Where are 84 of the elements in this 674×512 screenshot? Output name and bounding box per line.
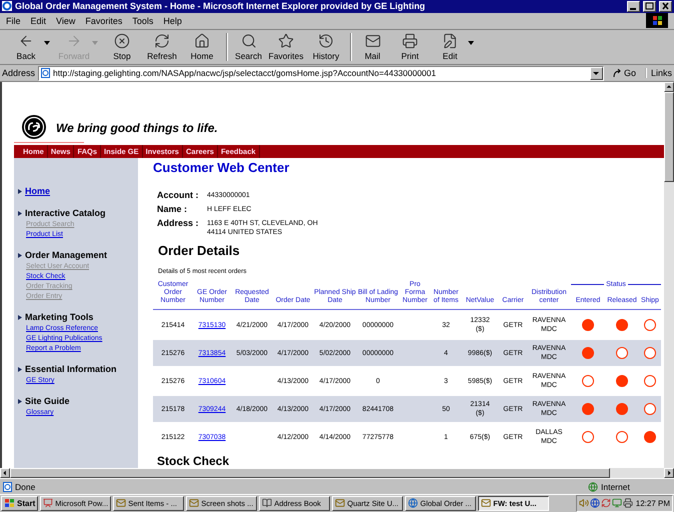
flag-logo-icon	[4, 498, 15, 508]
globe-icon	[588, 482, 598, 492]
caret-icon[interactable]	[44, 41, 50, 46]
clock: 12:27 PM	[636, 498, 670, 508]
field-label: Address :	[157, 218, 200, 228]
presentation-icon	[43, 498, 54, 508]
menu-item[interactable]: Edit	[30, 16, 46, 26]
address-field[interactable]: http://staging.gelighting.com/NASApp/nacwc/jsp/selectacct/gomsHome.jsp?AccountNo=44330000001	[38, 66, 604, 81]
page-title: Customer Web Center	[153, 160, 290, 176]
back-button[interactable]: Back	[6, 33, 46, 62]
scroll-up-icon[interactable]	[664, 82, 674, 92]
section-title: Order Details	[158, 243, 241, 258]
star-icon	[278, 33, 294, 50]
menu-item[interactable]: Help	[163, 16, 182, 26]
mail-icon	[364, 33, 380, 50]
monitor-icon[interactable]	[612, 498, 622, 508]
close-icon[interactable]	[659, 0, 672, 12]
home-button[interactable]: Home	[182, 33, 222, 62]
page-icon	[41, 68, 50, 78]
speaker-icon[interactable]	[578, 498, 589, 508]
mail-icon	[189, 498, 200, 508]
menu-item[interactable]: Favorites	[85, 16, 122, 26]
section-heading: Interactive Catalog	[25, 208, 106, 218]
mail-icon	[116, 498, 126, 508]
caret-icon[interactable]	[468, 41, 474, 46]
bullet-icon	[18, 252, 22, 258]
address-label: Address	[2, 68, 36, 78]
printer-icon	[402, 33, 418, 50]
bullet-icon	[18, 210, 22, 216]
status-text: Done	[15, 482, 36, 492]
scroll-right-icon[interactable]	[664, 468, 674, 478]
print-button[interactable]: Print	[390, 33, 430, 62]
section-heading: Site Guide	[25, 396, 70, 406]
menu-item[interactable]: File	[6, 16, 21, 26]
section-title: Stock Check	[157, 454, 230, 468]
scroll-thumb[interactable]	[664, 92, 674, 182]
refresh-icon	[154, 33, 170, 50]
edit-button[interactable]: Edit	[430, 33, 470, 62]
page-icon	[3, 482, 12, 492]
go-button[interactable]: Go	[606, 68, 642, 78]
field-label: Name :	[157, 204, 188, 214]
scroll-left-icon[interactable]	[0, 468, 10, 478]
section-heading: Marketing Tools	[25, 312, 94, 322]
bullet-icon	[18, 398, 22, 404]
refresh-icon[interactable]	[600, 498, 611, 508]
start-button[interactable]: Start	[1, 496, 38, 511]
window-title: Global Order Management System - Home - Microsoft Internet Explorer provided by GE Lighting	[15, 1, 426, 12]
field-label: Account :	[157, 190, 200, 200]
links-button[interactable]: Links	[644, 68, 672, 78]
home-icon	[194, 33, 210, 50]
mail-icon	[481, 498, 492, 508]
sidebar-link[interactable]: Home	[25, 186, 50, 196]
tagline: We bring good things to life.	[56, 121, 218, 136]
minimize-icon[interactable]	[627, 0, 640, 12]
search-button[interactable]: Search	[226, 33, 266, 62]
zone-text: Internet	[601, 482, 631, 492]
bullet-icon	[18, 314, 22, 320]
globe-icon[interactable]	[590, 498, 600, 508]
bullet-icon	[18, 188, 22, 194]
dropdown-icon[interactable]	[590, 66, 603, 80]
logo-icon	[22, 115, 46, 140]
maximize-icon[interactable]	[643, 0, 656, 12]
printer-icon[interactable]	[622, 498, 633, 508]
refresh-button[interactable]: Refresh	[142, 33, 182, 62]
mail-button[interactable]: Mail	[350, 33, 390, 62]
stop-button[interactable]: Stop	[102, 33, 142, 62]
section-heading: Order Management	[25, 250, 108, 260]
mail-icon	[335, 498, 346, 508]
menu-item[interactable]: Tools	[132, 16, 154, 26]
vertical-scrollbar[interactable]	[664, 82, 674, 468]
stop-icon	[114, 33, 130, 50]
go-arrow-icon	[612, 68, 622, 78]
globe-icon	[408, 498, 418, 508]
edit-icon	[442, 33, 458, 50]
menu-item[interactable]: View	[56, 16, 76, 26]
bullet-icon	[18, 366, 22, 372]
section-heading: Essential Information	[25, 364, 117, 374]
browser-icon	[2, 1, 12, 12]
flag-logo-icon	[646, 13, 668, 28]
favorites-button[interactable]: Favorites	[266, 33, 306, 62]
history-icon	[318, 33, 334, 50]
history-button[interactable]: History	[306, 33, 346, 62]
search-icon	[240, 33, 256, 50]
book-icon	[262, 498, 272, 508]
